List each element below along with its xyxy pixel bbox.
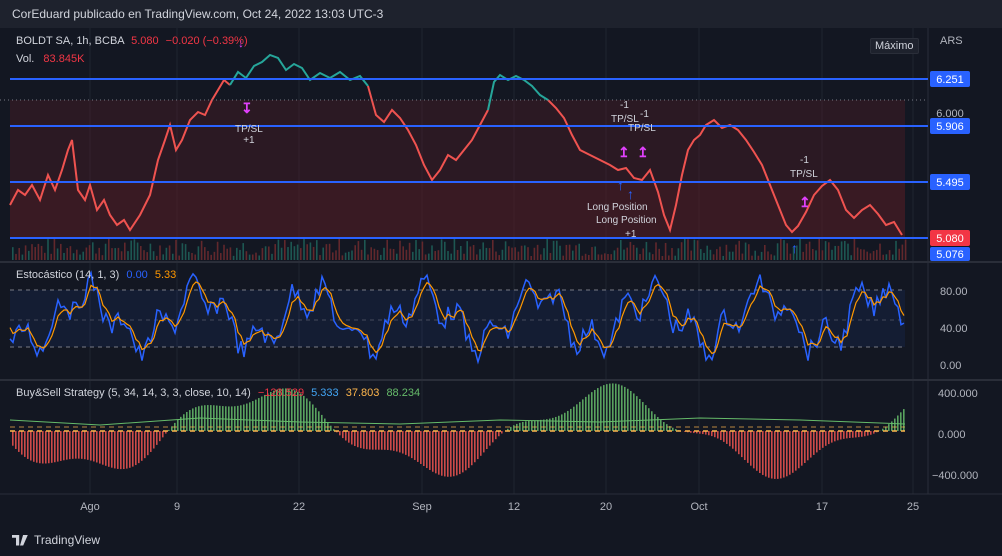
level-value-2: 5.495 [936,177,964,189]
stoch-tick-0: 0.00 [940,360,962,372]
annotation-minus1-b: -1 [640,109,649,120]
strategy-v4: 88.234 [386,387,421,399]
annotation-minus1-c: -1 [800,155,809,166]
volume-value: 83.845K [43,53,85,65]
strategy-title: Buy&Sell Strategy (5, 34, 14, 3, 3, clos… [16,387,251,399]
long-entry-icon-2: ↑ [627,186,634,202]
time-tick-6: Oct [690,501,707,513]
stoch-tick-80: 80.00 [940,286,968,298]
footer-bar [0,526,1002,556]
annotation-plus1: +1 [625,229,637,240]
tpsl-arrow-icon-2: ↥ [618,144,630,160]
tradingview-logo-text: TradingView [34,533,101,547]
level-value-3: 5.080 [936,233,964,245]
strat-tick-neg400: −400.000 [932,470,979,482]
symbol-change: −0.020 (−0.39%) [165,35,248,47]
annotation-tpsl-1-sub: +1 [243,135,255,146]
currency-label: ARS [940,35,963,47]
strategy-v3: 37.803 [345,387,380,399]
level-value-1: 5.906 [936,121,964,133]
long-entry-icon-3: ↑ [791,240,798,256]
symbol-price: 5.080 [131,35,159,47]
strat-tick-400: 400.000 [938,388,978,400]
stoch-title: Estocástico (14, 1, 3) [16,269,120,281]
tradingview-logo-icon [12,534,28,546]
tpsl-arrow-icon: ↧ [241,100,253,116]
stoch-tick-40: 40.00 [940,323,968,335]
annotation-minus1-a: -1 [620,100,629,111]
volume-legend[interactable]: Vol. 83.845K [12,52,88,66]
time-tick-7: 17 [816,501,828,513]
level-value-0: 6.251 [936,74,964,86]
time-tick-1: 9 [174,501,180,513]
strat-tick-0: 0.000 [938,429,966,441]
symbol-title[interactable]: BOLDT SA, 1h, BCBA 5.080 −0.020 (−0.39%) [12,34,252,48]
time-tick-2: 22 [293,501,305,513]
annotation-long-2: Long Position [596,215,657,226]
symbol-name: BOLDT SA, 1h, BCBA [16,35,125,47]
time-tick-3: Sep [412,501,432,513]
exit-marker-icon: ↓ [238,36,244,50]
price-tick-6000: 6.000 [936,108,964,120]
max-button[interactable]: Máximo [870,38,919,54]
time-tick-8: 25 [907,501,919,513]
tpsl-arrow-icon-4: ↥ [799,194,811,210]
annotation-tpsl-1: TP/SL +1 [231,123,267,147]
volume-label: Vol. [16,53,35,65]
annotation-long-1: Long Position [587,202,648,213]
stoch-k-value: 0.00 [126,269,148,281]
strategy-legend[interactable]: Buy&Sell Strategy (5, 34, 14, 3, 3, clos… [12,386,424,400]
time-tick-4: 12 [508,501,520,513]
stoch-d-value: 5.33 [154,269,177,281]
annotation-tpsl-3: TP/SL [628,123,656,134]
chart-window: CorEduard publicado en TradingView.com, … [0,0,1002,556]
low-price-value: 5.076 [936,249,964,261]
annotation-tpsl-4: TP/SL [790,169,818,180]
chart-canvas[interactable]: 6.251 5.906 5.495 5.080 5.076 6.000 Ago 9 22 Sep… [0,0,1002,526]
tradingview-logo[interactable]: TradingView [12,533,100,547]
strategy-v2: 5.333 [311,387,339,399]
tpsl-arrow-icon-3: ↥ [637,144,649,160]
strategy-v1: −128.529 [257,387,305,399]
annotation-tpsl-1-text: TP/SL [235,124,263,135]
time-tick-0: Ago [80,501,100,513]
long-entry-icon: ↑ [617,177,624,193]
time-tick-5: 20 [600,501,612,513]
stoch-legend[interactable]: Estocástico (14, 1, 3) 0.00 5.33 [12,268,180,282]
